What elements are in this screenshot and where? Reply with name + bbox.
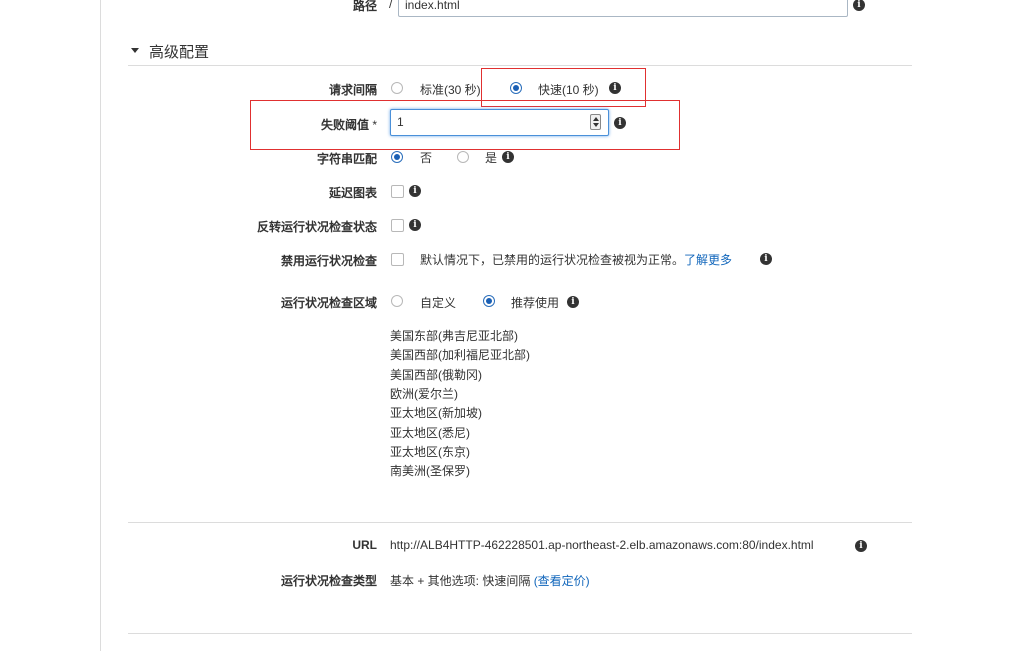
- region-item: 亚太地区(新加坡): [390, 406, 482, 420]
- regions-label: 运行状况检查区域: [280, 296, 377, 310]
- latency-graph-info-icon[interactable]: i: [409, 185, 421, 197]
- summary-divider: [128, 522, 912, 523]
- regions-custom-radio[interactable]: [391, 295, 403, 307]
- string-match-no-radio[interactable]: [391, 151, 403, 163]
- path-label: 路径: [352, 0, 377, 13]
- url-value: http://ALB4HTTP-462228501.ap-northeast-2…: [390, 538, 814, 552]
- regions-custom-label[interactable]: 自定义: [420, 294, 456, 311]
- path-input[interactable]: index.html: [398, 0, 848, 17]
- string-match-label: 字符串匹配: [316, 152, 377, 166]
- invert-info-icon[interactable]: i: [409, 219, 421, 231]
- collapse-triangle-icon[interactable]: [131, 48, 139, 53]
- regions-recommended-radio[interactable]: [483, 295, 495, 307]
- region-item: 美国西部(加利福尼亚北部): [390, 348, 530, 362]
- disable-label: 禁用运行状况检查: [280, 254, 377, 268]
- latency-graph-label: 延迟图表: [328, 186, 377, 200]
- region-item: 亚太地区(东京): [390, 445, 470, 459]
- bottom-divider: [128, 633, 912, 634]
- check-type-value: 基本 + 其他选项: 快速间隔 (查看定价): [390, 574, 590, 588]
- path-info-icon[interactable]: i: [853, 0, 865, 11]
- url-info-icon[interactable]: i: [855, 540, 867, 552]
- region-item: 欧洲(爱尔兰): [390, 387, 458, 401]
- invert-label: 反转运行状况检查状态: [256, 220, 377, 234]
- highlight-box-threshold: [250, 100, 680, 150]
- regions-info-icon[interactable]: i: [567, 296, 579, 308]
- region-item: 美国西部(俄勒冈): [390, 368, 482, 382]
- advanced-config-title[interactable]: 高级配置: [149, 41, 209, 62]
- string-match-yes-label[interactable]: 是: [485, 149, 497, 166]
- disable-checkbox[interactable]: [391, 253, 404, 266]
- interval-label: 请求间隔: [328, 83, 377, 97]
- region-item: 亚太地区(悉尼): [390, 426, 470, 440]
- left-border: [100, 0, 101, 651]
- string-match-info-icon[interactable]: i: [502, 151, 514, 163]
- disable-info-icon[interactable]: i: [760, 253, 772, 265]
- path-prefix: /: [389, 0, 393, 11]
- regions-recommended-label[interactable]: 推荐使用: [511, 294, 559, 311]
- view-pricing-link[interactable]: (查看定价): [534, 574, 590, 588]
- interval-standard-radio[interactable]: [391, 82, 403, 94]
- disable-description: 默认情况下，已禁用的运行状况检查被视为正常。了解更多: [420, 253, 733, 267]
- section-divider: [128, 65, 912, 66]
- learn-more-link[interactable]: 了解更多: [684, 253, 732, 267]
- invert-checkbox[interactable]: [391, 219, 404, 232]
- region-item: 美国东部(弗吉尼亚北部): [390, 329, 518, 343]
- region-item: 南美洲(圣保罗): [390, 464, 470, 478]
- interval-standard-label[interactable]: 标准(30 秒): [420, 81, 481, 98]
- check-type-label: 运行状况检查类型: [280, 574, 377, 588]
- latency-graph-checkbox[interactable]: [391, 185, 404, 198]
- string-match-no-label[interactable]: 否: [420, 149, 432, 166]
- url-label: URL: [352, 538, 377, 552]
- string-match-yes-radio[interactable]: [457, 151, 469, 163]
